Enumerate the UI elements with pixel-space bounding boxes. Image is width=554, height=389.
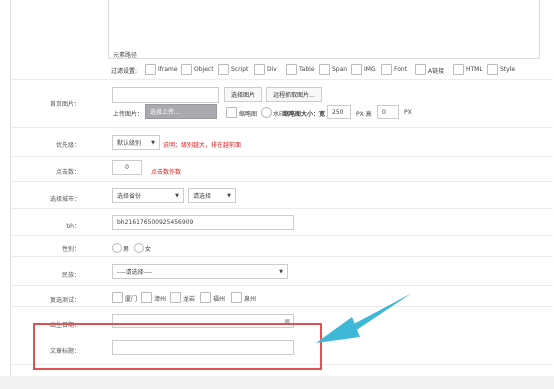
upload-label: 上传图片： xyxy=(113,111,144,118)
thumb-width-input[interactable]: 250 xyxy=(327,105,351,119)
gender-female-radio[interactable] xyxy=(134,243,144,253)
bh-input[interactable]: bh216176500925456909 xyxy=(112,215,294,230)
city-select[interactable]: 请选择 ▼ xyxy=(188,188,236,203)
filter-checkbox-label: A链接 xyxy=(428,68,445,75)
filter-checkbox[interactable] xyxy=(487,64,498,75)
multi-checkbox-label: 漳州 xyxy=(154,296,167,303)
filter-checkbox-label: Iframe xyxy=(158,66,178,73)
priority-label: 优先级： xyxy=(55,142,80,149)
multi-label: 复选测试： xyxy=(49,297,80,304)
filter-checkbox[interactable] xyxy=(381,64,392,75)
chevron-down-icon: ▼ xyxy=(175,192,179,199)
nation-label: 民族： xyxy=(61,272,80,279)
divider xyxy=(11,127,553,128)
multi-checkbox-label: 泉州 xyxy=(244,296,257,303)
filter-checkbox[interactable] xyxy=(286,64,297,75)
multi-checkbox[interactable] xyxy=(141,292,152,303)
multi-checkbox-label: 厦门 xyxy=(125,296,138,303)
province-select[interactable]: 选择省份 ▼ xyxy=(112,188,184,203)
filter-checkbox-label: Object xyxy=(194,66,214,73)
divider xyxy=(11,181,553,182)
divider xyxy=(11,79,553,80)
filter-label: 过滤设置: xyxy=(111,68,138,75)
thumbnail-label: 缩略图 xyxy=(239,111,258,118)
divider xyxy=(11,306,553,307)
filter-checkbox[interactable] xyxy=(145,64,156,75)
watermark-checkbox[interactable] xyxy=(261,107,272,118)
remote-fetch-button[interactable]: 远程抓取图片... xyxy=(266,87,322,102)
element-path: 元素路径 xyxy=(113,52,138,59)
gender-male-label: 男 xyxy=(123,246,130,253)
divider xyxy=(11,285,553,286)
nation-value: ----请选择---- xyxy=(117,269,153,276)
filter-checkbox[interactable] xyxy=(218,64,229,75)
filter-checkbox-label: HTML xyxy=(466,66,483,73)
filter-checkbox[interactable] xyxy=(319,64,330,75)
chevron-down-icon: ▼ xyxy=(279,268,283,275)
divider xyxy=(11,208,553,209)
province-value: 选择省份 xyxy=(117,193,142,200)
chevron-down-icon: ▼ xyxy=(227,192,231,199)
priority-select[interactable]: 默认级别 ▼ xyxy=(112,135,160,150)
select-image-button[interactable]: 选择图片 xyxy=(224,87,262,102)
priority-value: 默认级别 xyxy=(117,140,142,147)
px-height-label: PX 高 xyxy=(356,111,372,118)
pointer-arrow xyxy=(316,293,412,343)
filter-checkbox-label: IMG xyxy=(364,66,376,73)
filter-checkbox[interactable] xyxy=(181,64,192,75)
divider xyxy=(11,256,553,257)
filter-checkbox-label: Font xyxy=(394,66,408,73)
city-label: 选择城市： xyxy=(49,196,80,203)
gender-female-label: 女 xyxy=(145,246,152,253)
gender-label: 性别： xyxy=(61,246,80,253)
multi-checkbox[interactable] xyxy=(231,292,242,303)
city-value: 请选择 xyxy=(193,193,212,200)
multi-checkbox[interactable] xyxy=(112,292,123,303)
clicks-hint: 点击数作数 xyxy=(151,169,182,176)
gender-male-radio[interactable] xyxy=(112,243,122,253)
chevron-down-icon: ▼ xyxy=(151,139,155,146)
thumb-size-label: 缩略图大小：宽 xyxy=(283,111,326,118)
thumbnail-checkbox[interactable] xyxy=(226,107,237,118)
filter-checkbox[interactable] xyxy=(351,64,362,75)
clicks-label: 点击数： xyxy=(55,169,80,176)
filter-checkbox-label: Div xyxy=(267,66,277,73)
filter-checkbox-label: Style xyxy=(500,66,516,73)
nation-select[interactable]: ----请选择---- ▼ xyxy=(112,264,288,279)
choose-upload-button[interactable]: 选择上传... xyxy=(145,104,217,119)
thumb-height-input[interactable]: 0 xyxy=(377,105,399,119)
cover-label: 首页图片： xyxy=(49,101,80,108)
multi-checkbox-label: 福州 xyxy=(213,296,226,303)
filter-checkbox[interactable] xyxy=(415,64,426,75)
divider xyxy=(11,235,553,236)
cover-image-input[interactable] xyxy=(112,87,219,103)
filter-checkbox-label: Table xyxy=(299,66,315,73)
filter-checkbox-label: Span xyxy=(332,66,348,73)
multi-checkbox[interactable] xyxy=(200,292,211,303)
bottom-strip xyxy=(0,376,554,389)
px-label: PX xyxy=(404,109,412,116)
bh-label: bh： xyxy=(66,223,80,230)
highlight-box xyxy=(33,323,322,370)
filter-checkbox[interactable] xyxy=(254,64,265,75)
multi-checkbox-label: 龙岩 xyxy=(183,296,196,303)
priority-hint: 说明：级别越大，排在越前面 xyxy=(163,142,242,149)
multi-checkbox[interactable] xyxy=(170,292,181,303)
filter-checkbox-label: Script xyxy=(231,66,249,73)
rich-text-editor[interactable] xyxy=(108,0,540,59)
clicks-input[interactable]: 0 xyxy=(112,160,142,175)
filter-checkbox[interactable] xyxy=(453,64,464,75)
divider xyxy=(11,156,553,157)
